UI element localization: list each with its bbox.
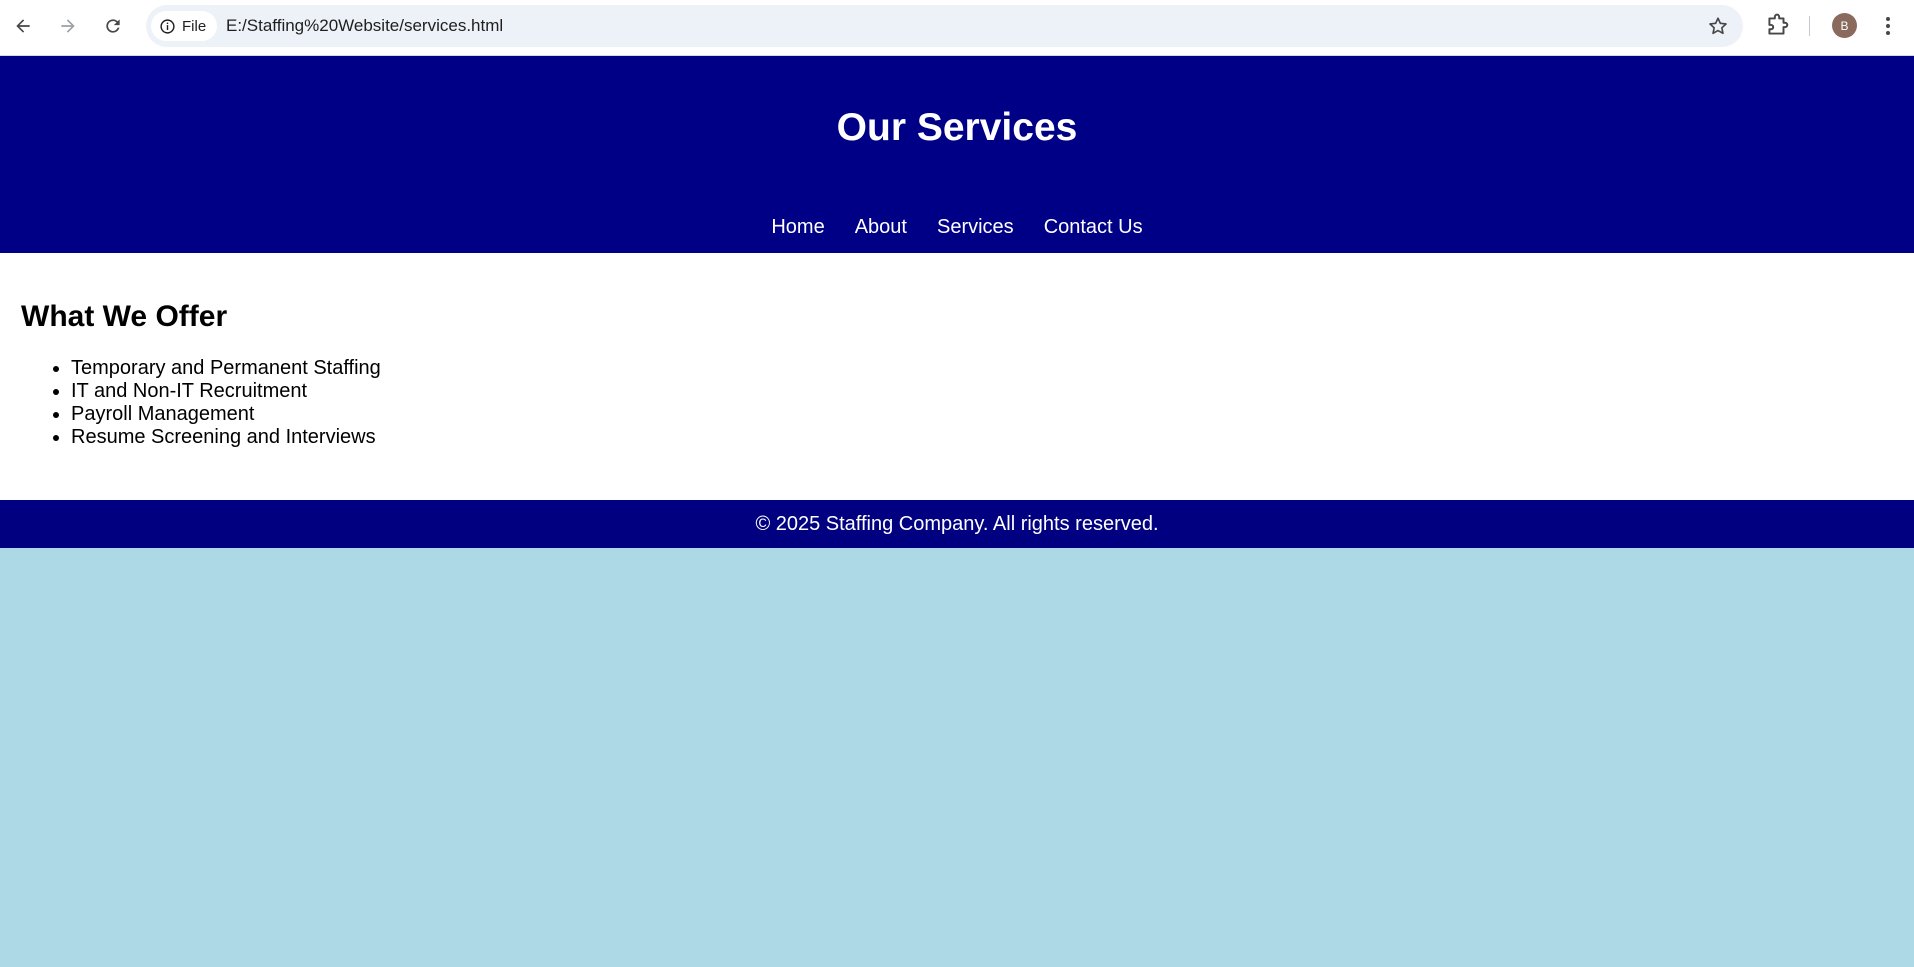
nav-link-about[interactable]: About [855,216,907,239]
reload-button[interactable] [97,10,129,42]
list-item: IT and Non-IT Recruitment [71,380,381,403]
page-title: Our Services [836,106,1078,149]
arrow-left-icon [16,19,30,33]
services-section: What We Offer Temporary and Permanent St… [0,253,1914,500]
web-page: Our Services Home About Services Contact… [0,56,1914,967]
site-info-chip[interactable]: File [151,11,218,41]
section-heading: What We Offer [21,300,228,333]
puzzle-icon[interactable] [1764,13,1790,39]
address-bar[interactable]: File E:/Staffing%20Website/services.html [146,5,1743,47]
site-footer: © 2025 Staffing Company. All rights rese… [0,500,1914,548]
arrow-right-icon [61,19,75,33]
url-text[interactable]: E:/Staffing%20Website/services.html [226,5,503,47]
nav-link-home[interactable]: Home [771,216,824,239]
site-header: Our Services Home About Services Contact… [0,56,1914,253]
back-button[interactable] [7,10,39,42]
list-item: Payroll Management [71,403,381,426]
list-item: Resume Screening and Interviews [71,426,381,449]
reload-icon [106,19,120,33]
nav-link-contact[interactable]: Contact Us [1044,216,1143,239]
forward-button[interactable] [52,10,84,42]
profile-avatar[interactable]: B [1832,13,1857,38]
browser-toolbar: File E:/Staffing%20Website/services.html… [0,0,1914,56]
nav-link-services[interactable]: Services [937,216,1014,239]
site-info-label: File [182,17,207,35]
list-item: Temporary and Permanent Staffing [71,357,381,380]
services-list: Temporary and Permanent Staffing IT and … [71,357,381,449]
star-icon[interactable] [1707,15,1729,37]
kebab-menu-icon[interactable] [1878,13,1898,39]
main-nav: Home About Services Contact Us [0,216,1914,239]
info-icon [160,18,175,34]
toolbar-divider [1809,16,1810,36]
